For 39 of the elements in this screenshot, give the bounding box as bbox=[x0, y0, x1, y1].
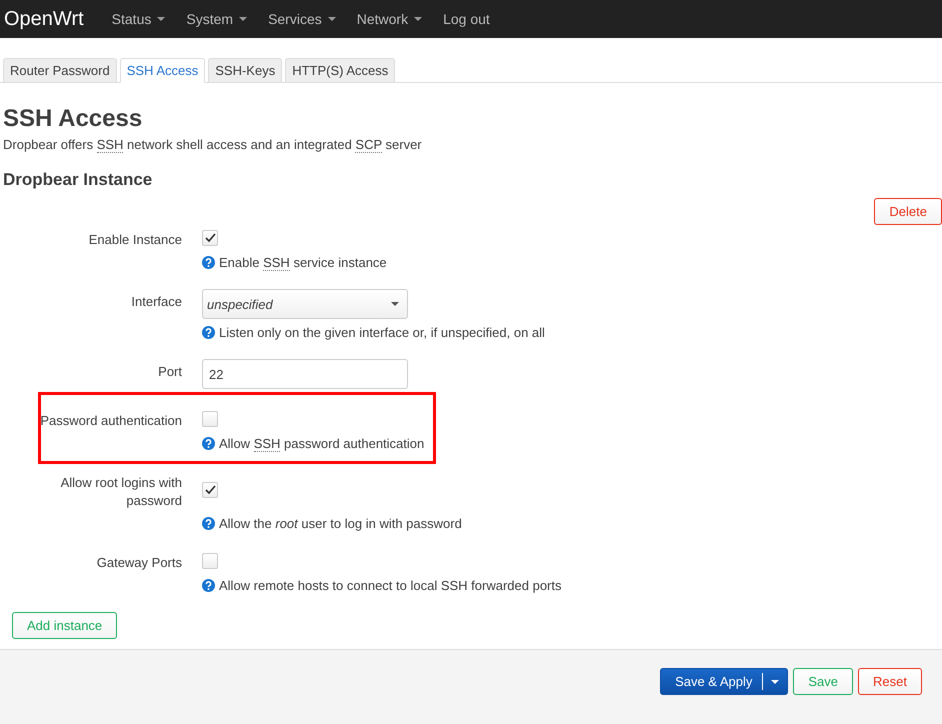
nav-menu-item[interactable]: System bbox=[186, 11, 248, 27]
tab[interactable]: Router Password bbox=[3, 58, 117, 83]
help-text: Allow SSH password authentication bbox=[219, 436, 424, 451]
nav-menu-item[interactable]: Services bbox=[268, 11, 336, 27]
checkbox[interactable] bbox=[202, 553, 218, 569]
checkbox[interactable] bbox=[202, 482, 218, 498]
port-input[interactable]: 22 bbox=[202, 359, 408, 389]
help-text: Listen only on the given interface or, if unspecified, on all bbox=[219, 325, 545, 340]
tab[interactable]: SSH Access bbox=[120, 58, 206, 83]
checkbox[interactable] bbox=[202, 411, 218, 427]
nav-menu-item[interactable]: Log out bbox=[443, 11, 490, 27]
field-label: Enable Instance bbox=[88, 231, 182, 249]
brand-logo[interactable]: OpenWrt bbox=[4, 8, 84, 30]
help-text: Allow remote hosts to connect to local SSH forwarded ports bbox=[219, 578, 562, 593]
help-text: Allow the root user to log in with password bbox=[219, 516, 462, 531]
help-icon bbox=[202, 517, 215, 530]
tab[interactable]: SSH-Keys bbox=[208, 58, 282, 83]
interface-select[interactable]: unspecified bbox=[202, 289, 408, 319]
reset-button[interactable]: Reset bbox=[858, 668, 922, 695]
nav-menu-item[interactable]: Network bbox=[356, 11, 422, 27]
field-label: Port bbox=[158, 363, 182, 381]
help-text: Enable SSH service instance bbox=[219, 255, 387, 270]
field-label: Password authentication bbox=[40, 412, 182, 430]
caret-icon[interactable] bbox=[771, 680, 780, 684]
field-label: Gateway Ports bbox=[96, 554, 182, 572]
page-description: Dropbear offers SSH network shell access and an integrated SCP server bbox=[3, 137, 423, 152]
checkbox[interactable] bbox=[202, 230, 218, 246]
page-title: SSH Access bbox=[3, 105, 144, 133]
save-apply-button[interactable]: Save & Apply bbox=[660, 668, 788, 695]
section-title: Dropbear Instance bbox=[3, 170, 154, 190]
help-icon bbox=[202, 326, 215, 339]
nav-menu-item[interactable]: Status bbox=[112, 11, 166, 27]
help-icon bbox=[202, 579, 215, 592]
delete-button[interactable]: Delete bbox=[874, 198, 942, 225]
help-icon bbox=[202, 256, 215, 269]
field-label: Allow root logins with password bbox=[60, 474, 182, 510]
help-icon bbox=[202, 437, 215, 450]
field-label: Interface bbox=[131, 293, 182, 311]
tab[interactable]: HTTP(S) Access bbox=[285, 58, 396, 83]
